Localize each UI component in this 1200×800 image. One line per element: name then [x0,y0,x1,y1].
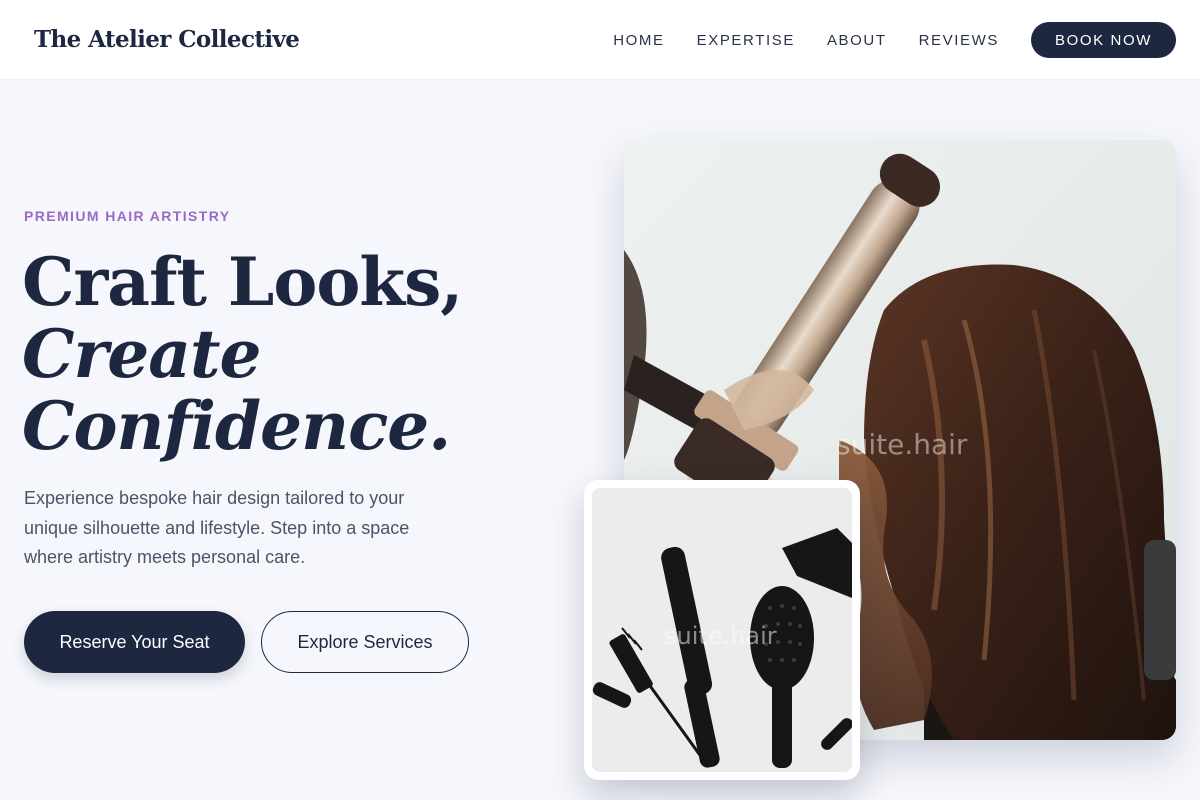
hero-headline: Craft Looks, Create Confidence. [22,243,463,465]
headline-line-2: Create [22,315,262,393]
explore-services-button[interactable]: Explore Services [261,611,469,673]
hero-secondary-photo: suite.hair [592,488,852,772]
reserve-seat-button[interactable]: Reserve Your Seat [24,611,245,673]
nav-link-expertise[interactable]: EXPERTISE [697,32,795,49]
hero-secondary-photo-frame: suite.hair [584,480,860,780]
headline-line-1: Craft Looks, [22,243,463,321]
site-header: The Atelier Collective HOME EXPERTISE AB… [0,0,1200,80]
main-nav: HOME EXPERTISE ABOUT REVIEWS BOOK NOW [613,22,1176,58]
headline-line-3: Confidence. [22,387,451,465]
nav-link-home[interactable]: HOME [613,32,664,49]
nav-link-reviews[interactable]: REVIEWS [919,32,999,49]
nav-link-about[interactable]: ABOUT [827,32,887,49]
hero-description: Experience bespoke hair design tailored … [24,488,410,567]
hero-eyebrow: PREMIUM HAIR ARTISTRY [24,208,231,224]
brand-logo[interactable]: The Atelier Collective [34,26,300,53]
hair-tools-illustration [592,488,852,772]
book-now-button[interactable]: BOOK NOW [1031,22,1176,58]
